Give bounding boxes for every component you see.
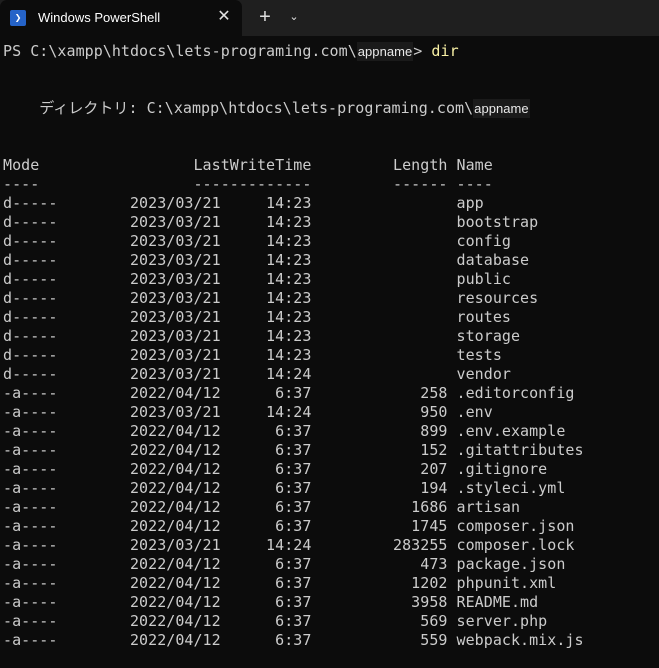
listing-row: d----- 2023/03/21 14:23 bootstrap xyxy=(3,213,539,231)
listing-row: -a---- 2022/04/12 6:37 1686 artisan xyxy=(3,498,521,516)
listing-row: d----- 2023/03/21 14:23 resources xyxy=(3,289,539,307)
listing-row: -a---- 2022/04/12 6:37 152 .gitattribute… xyxy=(3,441,584,459)
listing-row: d----- 2023/03/21 14:23 config xyxy=(3,232,511,250)
listing-row: -a---- 2022/04/12 6:37 207 .gitignore xyxy=(3,460,548,478)
title-bar: ❯ Windows PowerShell ✕ + ⌄ xyxy=(0,0,659,36)
directory-line: ディレクトリ: C:\xampp\htdocs\lets-programing.… xyxy=(3,99,659,118)
tab-title: Windows PowerShell xyxy=(38,10,161,25)
listing-row: -a---- 2023/03/21 14:24 283255 composer.… xyxy=(3,536,575,554)
plus-icon[interactable]: + xyxy=(254,6,276,28)
prompt-line: PS C:\xampp\htdocs\lets-programing.com\a… xyxy=(3,42,659,61)
directory-listing: d----- 2023/03/21 14:23 app d----- 2023/0… xyxy=(3,194,659,650)
listing-row: -a---- 2022/04/12 6:37 1202 phpunit.xml xyxy=(3,574,557,592)
masked-path-segment: appname xyxy=(473,99,530,118)
masked-path-segment: appname xyxy=(356,42,414,61)
terminal-output[interactable]: PS C:\xampp\htdocs\lets-programing.com\a… xyxy=(0,42,659,650)
listing-row: d----- 2023/03/21 14:23 routes xyxy=(3,308,511,326)
tab-windows-powershell[interactable]: ❯ Windows PowerShell ✕ xyxy=(0,0,242,36)
prompt-suffix: > xyxy=(413,42,423,60)
listing-row: -a---- 2022/04/12 6:37 569 server.php xyxy=(3,612,548,630)
listing-row: d----- 2023/03/21 14:23 tests xyxy=(3,346,502,364)
listing-row: -a---- 2022/04/12 6:37 899 .env.example xyxy=(3,422,566,440)
listing-row: -a---- 2022/04/12 6:37 258 .editorconfig xyxy=(3,384,575,402)
listing-row: -a---- 2022/04/12 6:37 194 .styleci.yml xyxy=(3,479,566,497)
listing-row: -a---- 2022/04/12 6:37 1745 composer.jso… xyxy=(3,517,575,535)
listing-row: d----- 2023/03/21 14:23 storage xyxy=(3,327,521,345)
chevron-down-icon[interactable]: ⌄ xyxy=(284,6,304,28)
listing-row: -a---- 2023/03/21 14:24 950 .env xyxy=(3,403,493,421)
listing-row: d----- 2023/03/21 14:23 app xyxy=(3,194,484,212)
listing-row: d----- 2023/03/21 14:23 public xyxy=(3,270,511,288)
listing-row: -a---- 2022/04/12 6:37 473 package.json xyxy=(3,555,566,573)
powershell-icon: ❯ xyxy=(10,10,26,26)
command-text: dir xyxy=(431,42,459,60)
listing-row: -a---- 2022/04/12 6:37 3958 README.md xyxy=(3,593,539,611)
listing-row: d----- 2023/03/21 14:23 database xyxy=(3,251,530,269)
listing-row: d----- 2023/03/21 14:24 vendor xyxy=(3,365,511,383)
column-header: Mode LastWriteTime Length Name xyxy=(3,156,493,174)
column-underline: ---- ------------- ------ ---- xyxy=(3,175,493,193)
directory-label: ディレクトリ: C:\xampp\htdocs\lets-programing.… xyxy=(3,99,474,117)
prompt-path: PS C:\xampp\htdocs\lets-programing.com\ xyxy=(3,42,357,60)
close-icon[interactable]: ✕ xyxy=(214,7,234,27)
listing-row: -a---- 2022/04/12 6:37 559 webpack.mix.j… xyxy=(3,631,584,649)
